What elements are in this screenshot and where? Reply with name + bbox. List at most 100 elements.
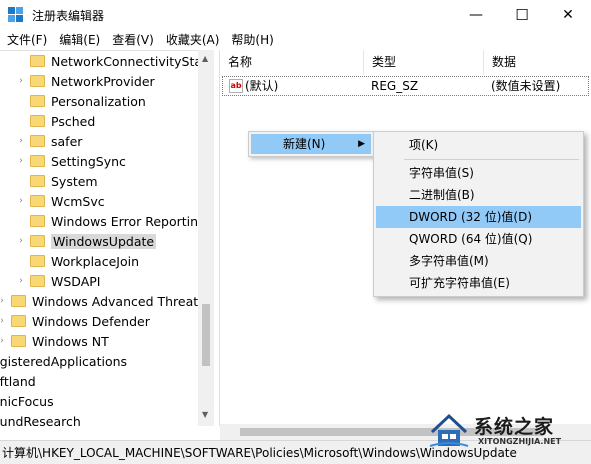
tree-item[interactable]: NetworkConnectivityStatu (16, 51, 214, 71)
menu-help[interactable]: 帮助(H) (226, 30, 278, 50)
tree-item[interactable]: › SettingSync (16, 151, 126, 171)
folder-icon (30, 235, 45, 247)
tree-item[interactable]: onicFocus (0, 391, 54, 411)
tree-item-label: NetworkConnectivityStatu (51, 53, 214, 69)
folder-icon (30, 135, 45, 147)
tree-item-label: System (51, 173, 98, 189)
submenu-item[interactable]: QWORD (64 位)值(Q) (376, 228, 581, 250)
tree-item[interactable]: › safer (16, 131, 82, 151)
submenu-item[interactable]: 字符串值(S) (376, 162, 581, 184)
folder-icon (30, 275, 45, 287)
submenu-item[interactable]: 可扩充字符串值(E) (376, 272, 581, 294)
watermark-name: 系统之家 (474, 416, 555, 438)
expand-chevron-icon[interactable]: › (0, 336, 7, 346)
tree-item-label: Windows NT (32, 333, 109, 349)
tree-item[interactable]: System (16, 171, 98, 191)
context-menu: 新建(N) ▶ (248, 131, 374, 157)
tree-item[interactable]: oundResearch (0, 411, 81, 427)
tree-vertical-scrollbar[interactable]: ▲ ▼ (198, 50, 214, 426)
expand-chevron-icon[interactable]: › (16, 76, 26, 86)
tree-item-label: Windows Advanced Threat P (32, 293, 210, 309)
registry-tree[interactable]: NetworkConnectivityStatu › NetworkProvider… (0, 50, 214, 426)
tree-item[interactable]: Personalization (16, 91, 146, 111)
minimize-button[interactable]: — (453, 0, 499, 30)
scroll-down-icon[interactable]: ▼ (202, 410, 208, 419)
folder-icon (30, 75, 45, 87)
folder-icon (11, 295, 26, 307)
tree-item[interactable]: Psched (16, 111, 95, 131)
watermark-url: XITONGZHIJIA.NET (478, 437, 562, 446)
menu-new[interactable]: 新建(N) ▶ (251, 134, 371, 154)
tree-item-label: onicFocus (0, 393, 54, 409)
menu-new-label: 新建(N) (283, 137, 326, 151)
tree-item[interactable]: › WcmSvc (16, 191, 105, 211)
submenu-item[interactable]: 项(K) (376, 134, 581, 156)
column-name[interactable]: 名称 (220, 50, 364, 74)
tree-item[interactable]: oftland (0, 371, 36, 391)
submenu-item[interactable]: DWORD (32 位)值(D) (376, 206, 581, 228)
value-type: REG_SZ (371, 79, 419, 93)
menu-favorites[interactable]: 收藏夹(A) (161, 30, 225, 50)
menu-bar: 文件(F) 编辑(E) 查看(V) 收藏夹(A) 帮助(H) (0, 30, 591, 50)
tree-item[interactable]: › WindowsUpdate (16, 231, 157, 251)
tree-item-label: WSDAPI (51, 273, 101, 289)
tree-item-label: Psched (51, 113, 96, 129)
expand-chevron-icon[interactable]: › (16, 136, 26, 146)
folder-icon (30, 155, 45, 167)
tree-item[interactable]: › Windows NT (0, 331, 109, 351)
scroll-thumb[interactable] (202, 304, 210, 366)
expand-chevron-icon[interactable]: › (16, 276, 26, 286)
expand-chevron-icon[interactable]: › (0, 316, 7, 326)
tree-item-label: egisteredApplications (0, 353, 128, 369)
expand-chevron-icon[interactable]: › (16, 236, 26, 246)
folder-icon (30, 95, 45, 107)
column-type[interactable]: 类型 (364, 50, 484, 74)
folder-icon (30, 215, 45, 227)
title-bar: 注册表编辑器 — ☐ ✕ (0, 0, 591, 30)
tree-item[interactable]: › NetworkProvider (16, 71, 155, 91)
tree-item-label: safer (51, 133, 83, 149)
menu-separator (404, 159, 579, 160)
tree-item-label: Windows Defender (32, 313, 150, 329)
tree-item[interactable]: Windows Error Reporting (16, 211, 206, 231)
folder-icon (30, 195, 45, 207)
tree-item-label: SettingSync (51, 153, 126, 169)
tree-item-label: WindowsUpdate (51, 233, 157, 249)
menu-view[interactable]: 查看(V) (107, 30, 159, 50)
folder-icon (11, 335, 26, 347)
table-row[interactable]: ab (默认) REG_SZ (数值未设置) (222, 76, 589, 96)
tree-item[interactable]: egisteredApplications (0, 351, 127, 371)
submenu-arrow-icon: ▶ (358, 139, 365, 149)
string-value-icon: ab (229, 79, 243, 93)
expand-chevron-icon[interactable]: › (16, 196, 26, 206)
tree-item[interactable]: › Windows Advanced Threat P (0, 291, 210, 311)
value-name: (默认) (245, 79, 279, 93)
maximize-button[interactable]: ☐ (499, 0, 545, 30)
folder-icon (30, 255, 45, 267)
close-button[interactable]: ✕ (545, 0, 591, 30)
value-data: (数值未设置) (491, 79, 561, 93)
new-submenu: 项(K) 字符串值(S) 二进制值(B) DWORD (32 位)值(D) QWORD … (373, 131, 584, 297)
tree-item-label: WorkplaceJoin (51, 253, 140, 269)
menu-edit[interactable]: 编辑(E) (54, 30, 105, 50)
tree-item-label: NetworkProvider (51, 73, 155, 89)
tree-item-label: Windows Error Reporting (51, 213, 206, 229)
expand-chevron-icon[interactable]: › (16, 156, 26, 166)
expand-chevron-icon[interactable]: › (0, 296, 7, 306)
tree-item[interactable]: WorkplaceJoin (16, 251, 139, 271)
folder-icon (11, 315, 26, 327)
tree-item-label: WcmSvc (51, 193, 105, 209)
tree-item-label: oundResearch (0, 413, 81, 427)
column-data[interactable]: 数据 (484, 50, 591, 74)
house-logo-icon (429, 413, 469, 447)
submenu-item[interactable]: 多字符串值(M) (376, 250, 581, 272)
folder-icon (30, 115, 45, 127)
submenu-item[interactable]: 二进制值(B) (376, 184, 581, 206)
tree-item-label: oftland (0, 373, 36, 389)
folder-icon (30, 175, 45, 187)
tree-item[interactable]: › Windows Defender (0, 311, 150, 331)
menu-file[interactable]: 文件(F) (2, 30, 52, 50)
scroll-up-icon[interactable]: ▲ (202, 54, 208, 63)
watermark: 系统之家 XITONGZHIJIA.NET (428, 410, 591, 460)
tree-item[interactable]: › WSDAPI (16, 271, 100, 291)
